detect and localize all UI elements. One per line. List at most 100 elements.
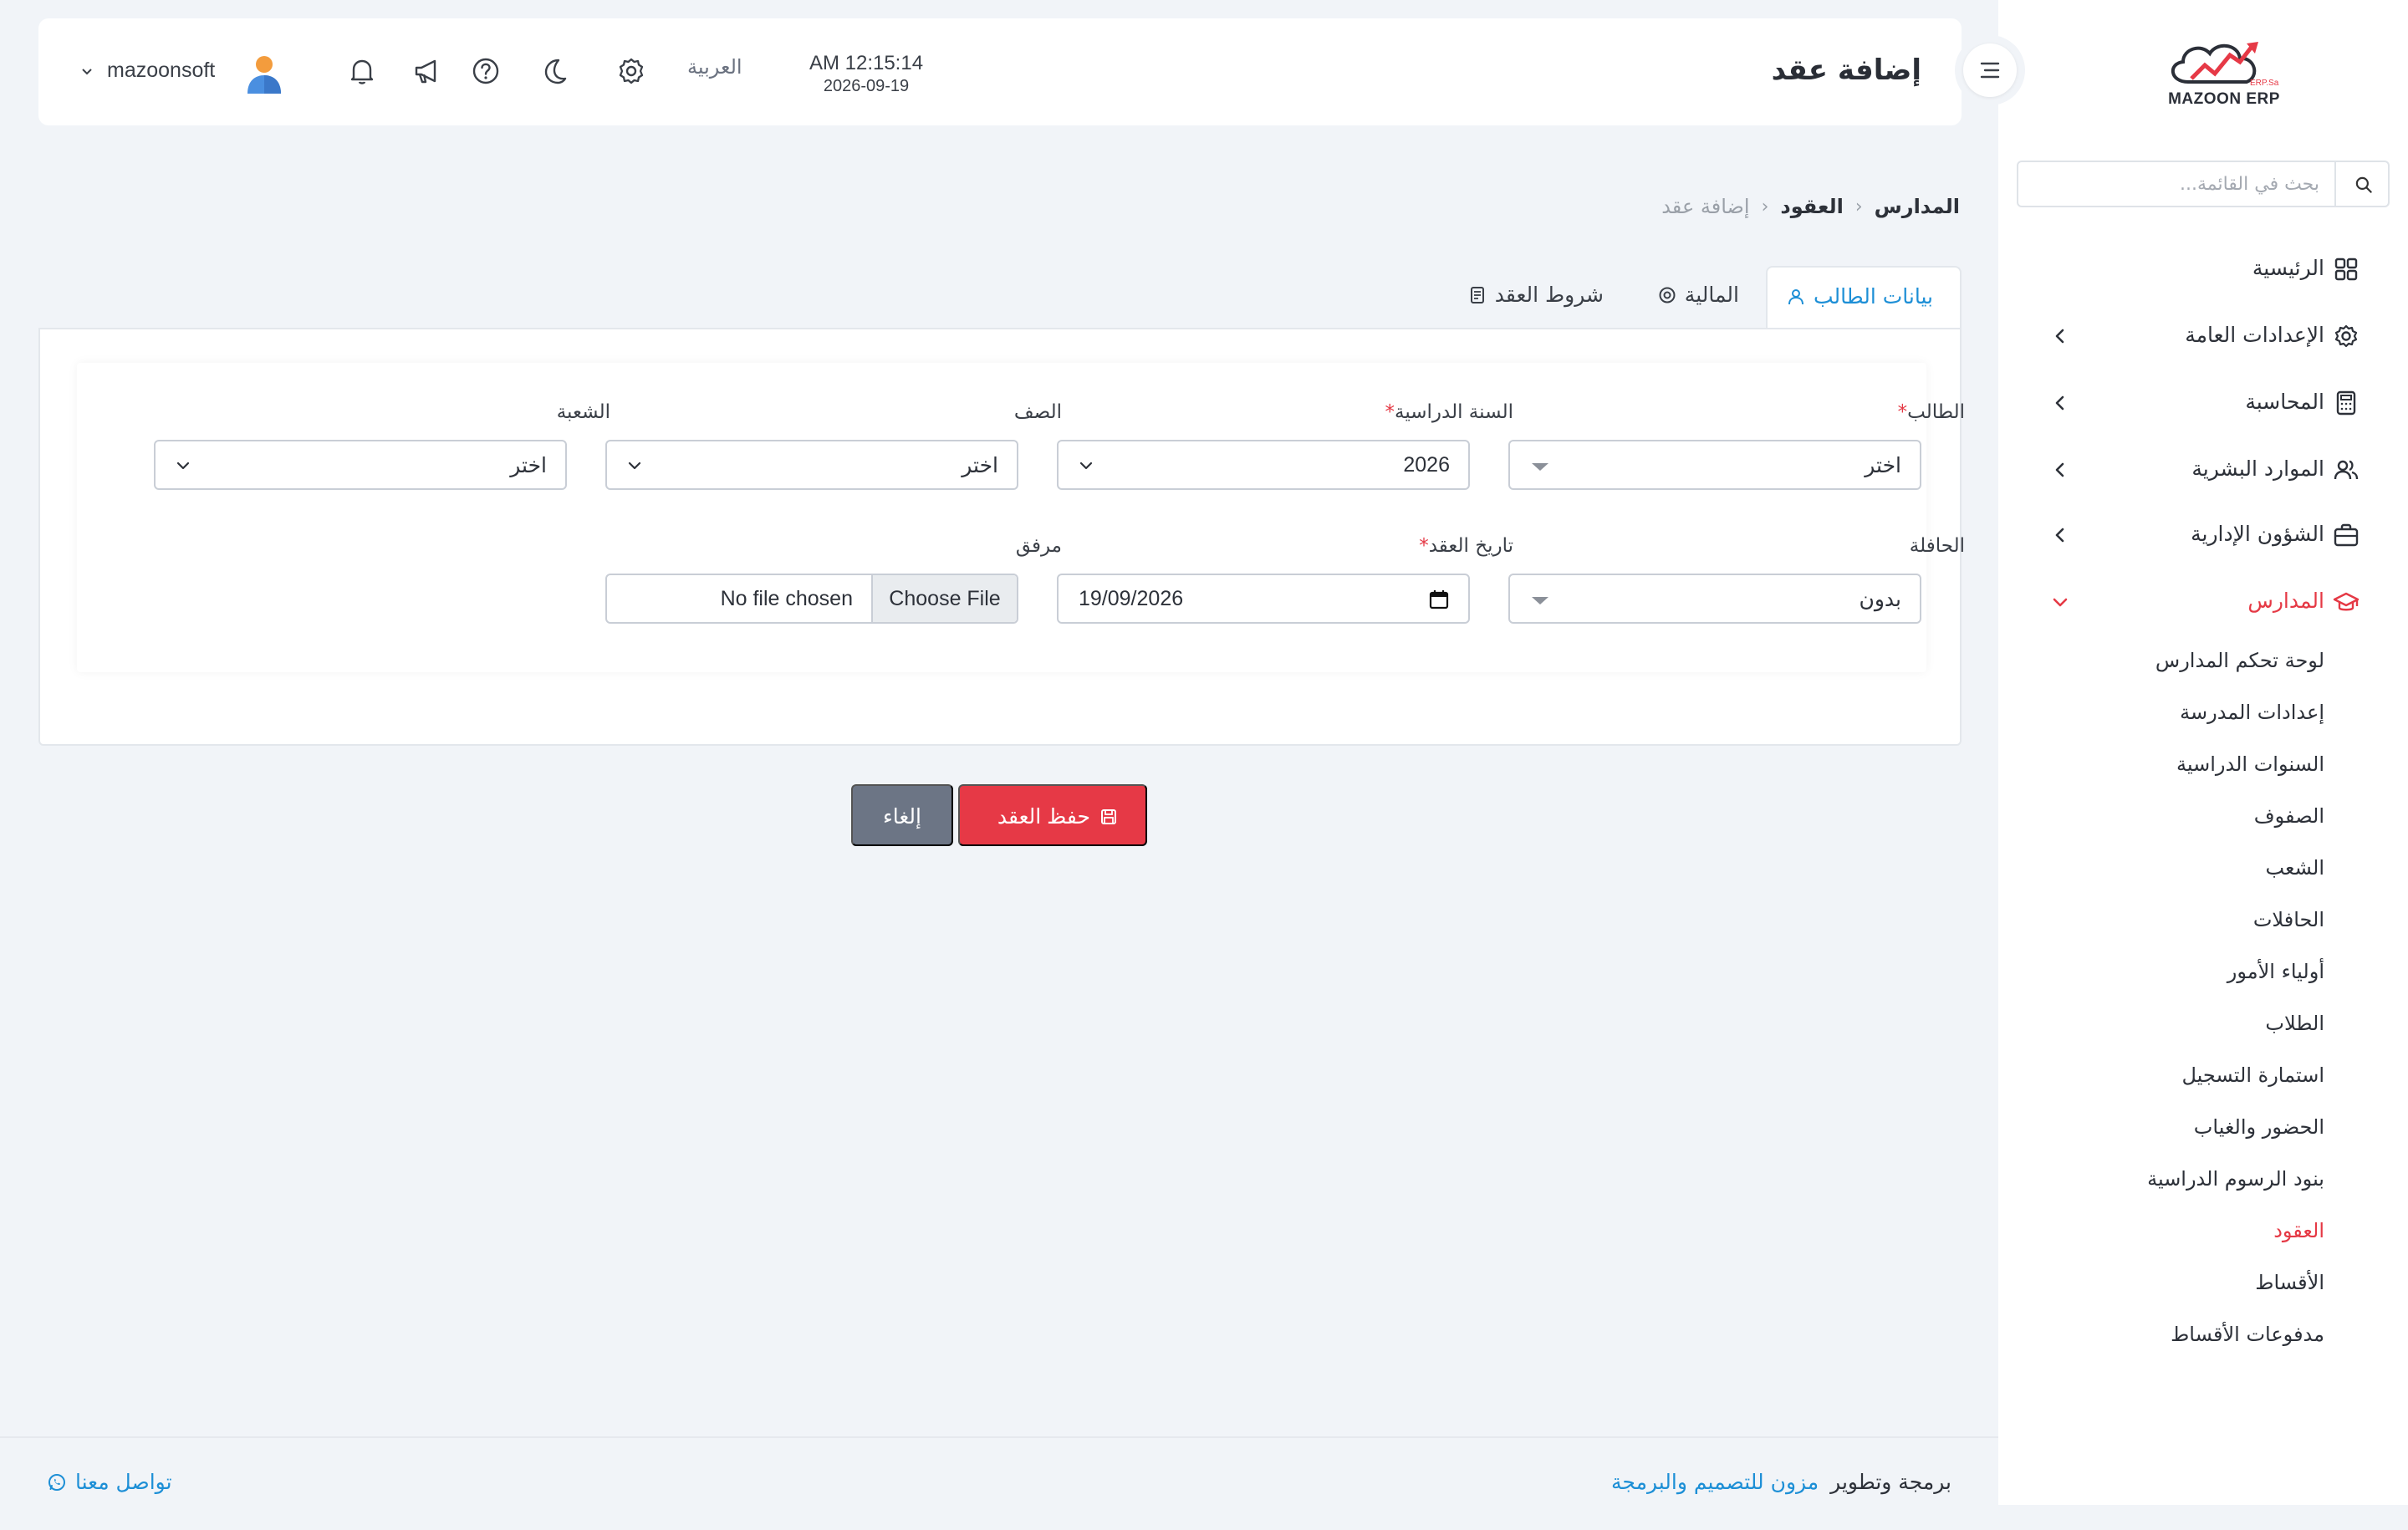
top-header: إضافة عقد AM 12:15:14 2026-09-19 العربية…	[38, 18, 1962, 125]
sidebar-item-accounting[interactable]: المحاسبة	[1998, 378, 2408, 428]
section-select[interactable]: اختر	[154, 440, 567, 490]
megaphone-icon[interactable]	[410, 54, 445, 89]
section-label: الشعبة	[197, 401, 610, 423]
tab-student-data[interactable]: بيانات الطالب	[1766, 266, 1962, 329]
chevron-down-icon[interactable]	[80, 65, 94, 79]
caret-down-icon	[1532, 463, 1548, 471]
language-switcher[interactable]: العربية	[687, 55, 742, 79]
breadcrumb-root[interactable]: المدارس	[1875, 195, 1960, 218]
save-button-label: حفظ العقد	[997, 805, 1090, 829]
chevron-left-icon	[2055, 329, 2064, 344]
sidebar: ERP.Sa MAZOON ERP الرئيسية الإعدادات الع…	[1998, 0, 2408, 1505]
document-icon	[1470, 286, 1484, 303]
sidebar-item-hr[interactable]: الموارد البشرية	[1998, 445, 2408, 495]
gear-icon[interactable]	[614, 54, 649, 89]
chevron-left-icon	[2055, 395, 2064, 411]
bus-select-value: بدون	[1859, 587, 1901, 611]
moon-icon[interactable]	[537, 54, 572, 89]
chevron-down-icon	[2053, 598, 2068, 607]
contact-us-label: تواصل معنا	[75, 1470, 172, 1494]
student-label: الطالب*	[1552, 401, 1965, 423]
tab-label: المالية	[1684, 283, 1739, 307]
contract-date-input[interactable]: 19/09/2026	[1057, 574, 1470, 624]
contract-form-card: الطالب* اختر السنة الدراسية* 2026 الصف ا…	[38, 328, 1965, 746]
submenu-installments[interactable]: الأقساط	[2255, 1271, 2324, 1294]
section-select-value: اختر	[510, 453, 547, 477]
sidebar-item-admin[interactable]: الشؤون الإدارية	[1998, 510, 2408, 560]
contract-date-value: 19/09/2026	[1079, 587, 1184, 610]
calculator-icon	[2336, 390, 2356, 416]
academic-year-select[interactable]: 2026	[1057, 440, 1470, 490]
file-status: No file chosen	[720, 587, 853, 610]
grade-select[interactable]: اختر	[605, 440, 1018, 490]
attachment-label-text: مرفق	[1015, 535, 1062, 557]
bus-select[interactable]: بدون	[1508, 574, 1921, 624]
submenu-contracts[interactable]: العقود	[2273, 1219, 2324, 1242]
floppy-disk-icon	[1101, 809, 1116, 824]
sidebar-item-label: المحاسبة	[2245, 390, 2324, 414]
academic-year-label-text: السنة الدراسية	[1394, 401, 1513, 423]
form-panel: الطالب* اختر السنة الدراسية* 2026 الصف ا…	[77, 363, 1965, 672]
sidebar-search-input[interactable]	[2022, 167, 2331, 201]
chevron-left-icon	[2055, 528, 2064, 543]
student-select[interactable]: اختر	[1508, 440, 1921, 490]
academic-year-label: السنة الدراسية*	[1100, 401, 1513, 423]
footer-credit-prefix: برمجة وتطوير	[1830, 1470, 1951, 1494]
header-clock: AM 12:15:14 2026-09-19	[791, 52, 941, 96]
submenu-school-dashboard[interactable]: لوحة تحكم المدارس	[2155, 649, 2324, 672]
breadcrumb-separator: ‹	[1854, 196, 1863, 217]
username[interactable]: mazoonsoft	[107, 59, 215, 83]
tab-contract-terms[interactable]: شروط العقد	[1430, 266, 1630, 328]
sidebar-item-label: الشؤون الإدارية	[2191, 522, 2324, 546]
clock-time: AM 12:15:14	[809, 52, 924, 74]
tab-finance[interactable]: المالية	[1630, 266, 1766, 328]
page-title: إضافة عقد	[1771, 54, 1921, 87]
sidebar-item-general-settings[interactable]: الإعدادات العامة	[1998, 311, 2408, 361]
sidebar-item-home[interactable]: الرئيسية	[1998, 244, 2408, 294]
submenu-buses[interactable]: الحافلات	[2253, 908, 2324, 931]
whatsapp-icon	[48, 1473, 65, 1491]
submenu-sections[interactable]: الشعب	[2265, 856, 2324, 880]
gear-icon	[2334, 324, 2358, 348]
bell-icon[interactable]	[344, 54, 380, 89]
sidebar-search	[2017, 161, 2390, 207]
search-icon[interactable]	[2353, 174, 2375, 196]
svg-text:ERP.Sa: ERP.Sa	[2250, 79, 2279, 88]
cancel-button[interactable]: إلغاء	[851, 784, 953, 846]
choose-file-button[interactable]: Choose File	[871, 575, 1017, 622]
mazoon-logo[interactable]: ERP.Sa MAZOON ERP	[2153, 33, 2295, 117]
sidebar-item-label: المدارس	[2247, 589, 2324, 613]
calendar-icon[interactable]	[1428, 589, 1450, 610]
attachment-file-input[interactable]: Choose File No file chosen	[605, 574, 1018, 624]
submenu-academic-years[interactable]: السنوات الدراسية	[2176, 752, 2324, 776]
submenu-students[interactable]: الطلاب	[2265, 1012, 2324, 1035]
submenu-attendance[interactable]: الحضور والغياب	[2194, 1115, 2324, 1139]
chevron-left-icon	[2055, 462, 2064, 477]
tab-label: بيانات الطالب	[1813, 284, 1933, 309]
submenu-guardians[interactable]: أولياء الأمور	[2227, 960, 2324, 983]
save-contract-button[interactable]: حفظ العقد	[958, 784, 1147, 846]
submenu-registration-form[interactable]: استمارة التسجيل	[2181, 1063, 2324, 1087]
avatar[interactable]	[246, 54, 283, 95]
grade-label: الصف	[649, 401, 1062, 423]
submenu-grades[interactable]: الصفوف	[2254, 804, 2324, 828]
sidebar-toggle-button[interactable]	[1955, 35, 2025, 105]
chevron-down-icon	[176, 462, 190, 470]
breadcrumb-parent[interactable]: العقود	[1780, 195, 1843, 218]
sidebar-item-label: الرئيسية	[2252, 256, 2324, 280]
breadcrumb: المدارس ‹ العقود ‹ إضافة عقد	[1661, 194, 1960, 218]
submenu-school-settings[interactable]: إعدادات المدرسة	[2180, 701, 2324, 724]
required-asterisk: *	[1419, 535, 1429, 557]
submenu-installment-payments[interactable]: مدفوعات الأقساط	[2171, 1323, 2324, 1346]
breadcrumb-current: إضافة عقد	[1661, 195, 1750, 218]
student-label-text: الطالب	[1907, 401, 1965, 423]
user-icon	[1788, 288, 1803, 304]
sidebar-item-label: الموارد البشرية	[2191, 456, 2324, 481]
sidebar-item-schools[interactable]: المدارس	[1998, 577, 2408, 627]
footer-company-link[interactable]: مزون للتصميم والبرمجة	[1611, 1470, 1819, 1494]
help-icon[interactable]	[468, 54, 503, 89]
submenu-fee-items[interactable]: بنود الرسوم الدراسية	[2147, 1167, 2324, 1191]
contact-us-link[interactable]: تواصل معنا	[47, 1470, 172, 1494]
caret-down-icon	[1532, 597, 1548, 604]
bus-label: الحافلة	[1552, 535, 1965, 557]
